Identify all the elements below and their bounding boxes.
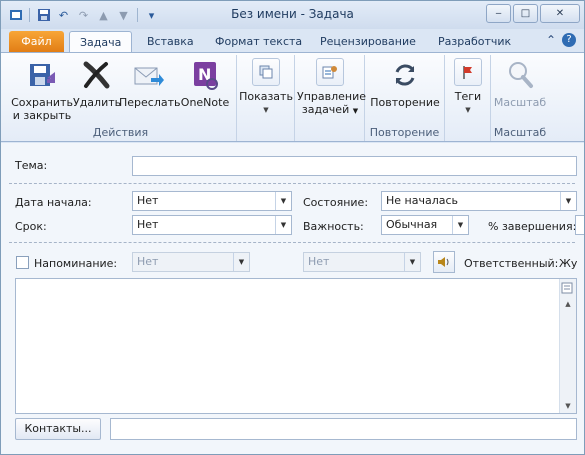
start-date-value: Нет <box>137 194 159 207</box>
reminder-date-dropdown-icon[interactable]: ▼ <box>233 253 249 271</box>
start-date-dropdown-icon[interactable]: ▼ <box>275 192 291 210</box>
help-icon[interactable]: ? <box>562 33 576 47</box>
recurrence-icon <box>395 64 415 86</box>
tab-review[interactable]: Рецензирование <box>310 31 426 53</box>
status-value: Не началась <box>386 194 459 207</box>
maximize-button[interactable]: □ <box>513 4 538 23</box>
reminder-date-select[interactable]: Нет ▼ <box>132 252 250 272</box>
collapse-ribbon-icon[interactable]: ⌃ <box>546 33 556 47</box>
minimize-button[interactable]: ‒ <box>486 4 511 23</box>
priority-value: Обычная <box>386 218 438 231</box>
subject-input[interactable] <box>132 156 577 176</box>
title-bar: ↶ ↷ ▲ ▼ ▾ Без имени - Задача ‒ □ ✕ <box>1 1 584 29</box>
forward-icon <box>134 67 164 86</box>
scroll-down-icon[interactable]: ▼ <box>560 399 576 413</box>
manage-task-dropdown-icon: ▼ <box>352 107 359 115</box>
tab-format-text[interactable]: Формат текста <box>205 31 312 53</box>
due-date-value: Нет <box>137 218 159 231</box>
recurrence-group-label: Повторение <box>369 126 440 139</box>
priority-dropdown-icon[interactable]: ▼ <box>452 216 468 234</box>
reminder-date-value: Нет <box>137 255 159 268</box>
due-date-select[interactable]: Нет ▼ <box>132 215 292 235</box>
owner-value: Жу <box>559 257 578 270</box>
show-icon <box>252 58 280 86</box>
percent-complete-label: % завершения: <box>488 220 577 233</box>
zoom-icon <box>509 62 533 88</box>
onenote-button[interactable]: N OneNote <box>177 58 233 109</box>
status-label: Состояние: <box>303 196 369 209</box>
forward-button[interactable]: Переслать <box>119 58 181 109</box>
owner-label: Ответственный: <box>464 257 559 270</box>
forward-label: Переслать <box>119 96 181 109</box>
ribbon-tabs: Файл Задача Вставка Формат текста Реценз… <box>1 29 584 53</box>
due-date-label: Срок: <box>15 220 47 233</box>
contacts-button[interactable]: Контакты... <box>15 418 101 440</box>
reminder-time-select[interactable]: Нет ▼ <box>303 252 421 272</box>
scroll-up-icon[interactable]: ▲ <box>560 297 576 311</box>
start-date-label: Дата начала: <box>15 196 92 209</box>
show-dropdown-icon: ▼ <box>263 106 269 114</box>
priority-select[interactable]: Обычная ▼ <box>381 215 469 235</box>
zoom-label: Масштаб <box>493 96 547 109</box>
onenote-icon: N <box>194 62 218 90</box>
delete-icon <box>83 61 110 89</box>
tab-task[interactable]: Задача <box>69 31 133 53</box>
group-actions: Сохранить и закрыть Удалить Переслать N … <box>5 55 237 141</box>
notes-area[interactable]: ▲ ▼ <box>15 278 577 414</box>
group-tags: Теги ▼ <box>445 55 491 141</box>
reminder-label: Напоминание: <box>34 257 118 270</box>
svg-text:N: N <box>198 65 211 84</box>
status-dropdown-icon[interactable]: ▼ <box>560 192 576 210</box>
tab-insert[interactable]: Вставка <box>137 31 204 53</box>
zoom-button[interactable]: Масштаб <box>493 58 547 109</box>
delete-button[interactable]: Удалить <box>73 58 122 109</box>
speaker-icon <box>438 257 449 267</box>
divider <box>9 183 575 184</box>
actions-group-label: Действия <box>92 126 149 139</box>
delete-label: Удалить <box>73 96 122 109</box>
reminder-sound-button[interactable] <box>433 251 455 273</box>
group-manage-task: Управление задачей ▼ <box>295 55 366 141</box>
ribbon: Сохранить и закрыть Удалить Переслать N … <box>1 52 584 142</box>
zoom-group-label: Масштаб <box>493 126 547 139</box>
group-zoom: Масштаб Масштаб <box>491 55 549 141</box>
onenote-label: OneNote <box>180 96 230 109</box>
manage-task-icon <box>316 58 344 86</box>
manage-task-button[interactable]: Управление задачей ▼ <box>297 58 366 118</box>
tags-label: Теги <box>454 90 482 103</box>
reminder-time-dropdown-icon[interactable]: ▼ <box>404 253 420 271</box>
close-button[interactable]: ✕ <box>540 4 580 23</box>
start-date-select[interactable]: Нет ▼ <box>132 191 292 211</box>
flag-icon <box>454 58 482 86</box>
notes-insert-icon[interactable] <box>561 281 575 295</box>
tags-dropdown-icon: ▼ <box>465 106 471 114</box>
priority-label: Важность: <box>303 220 364 233</box>
divider <box>9 242 575 243</box>
recurrence-label: Повторение <box>370 96 440 109</box>
save-and-close-label: Сохранить и закрыть <box>11 96 73 122</box>
notes-scrollbar[interactable]: ▲ ▼ <box>559 279 576 413</box>
status-select[interactable]: Не началась ▼ <box>381 191 577 211</box>
tab-developer[interactable]: Разработчик <box>428 31 521 53</box>
recurrence-button[interactable]: Повторение <box>367 58 443 109</box>
save-and-close-button[interactable]: Сохранить и закрыть <box>11 58 73 122</box>
subject-label: Тема: <box>15 159 48 172</box>
due-date-dropdown-icon[interactable]: ▼ <box>275 216 291 234</box>
task-window: ↶ ↷ ▲ ▼ ▾ Без имени - Задача ‒ □ ✕ Файл … <box>0 0 585 455</box>
group-show: Показать ▼ <box>237 55 295 141</box>
task-form: Тема: Дата начала: Нет ▼ Состояние: Не н… <box>1 143 584 454</box>
save-close-icon <box>30 64 55 86</box>
tab-file[interactable]: Файл <box>9 31 64 53</box>
tags-button[interactable]: Теги ▼ <box>447 58 489 117</box>
show-label: Показать <box>239 90 293 103</box>
reminder-checkbox[interactable] <box>16 256 29 269</box>
contacts-input[interactable] <box>110 418 577 440</box>
show-button[interactable]: Показать ▼ <box>239 58 293 117</box>
group-recurrence: Повторение Повторение <box>365 55 445 141</box>
reminder-time-value: Нет <box>308 255 330 268</box>
percent-complete-input[interactable] <box>575 215 584 235</box>
